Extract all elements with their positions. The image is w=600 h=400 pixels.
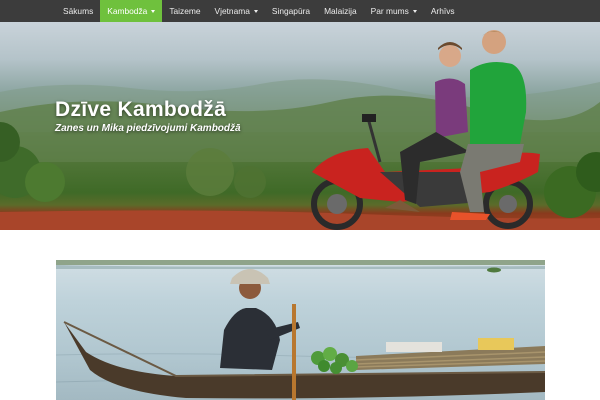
nav-item-label: Malaizija bbox=[324, 6, 357, 16]
nav-item-7[interactable]: Arhīvs bbox=[424, 0, 462, 22]
site-tagline: Zanes un Mika piedzīvojumi Kambodžā bbox=[55, 123, 241, 134]
boat-photo bbox=[56, 260, 545, 400]
nav-item-label: Vjetnama bbox=[214, 6, 250, 16]
nav-item-label: Sākums bbox=[63, 6, 94, 16]
nav-menu: Sākums Kambodža Taizeme Vjetnama Singapūra Ma… bbox=[56, 0, 462, 22]
nav-item-1[interactable]: Kambodža bbox=[100, 0, 163, 22]
main-navbar: Sākums Kambodža Taizeme Vjetnama Singapūra Ma… bbox=[0, 0, 600, 22]
nav-item-5[interactable]: Malaizija bbox=[317, 0, 364, 22]
chevron-down-icon bbox=[253, 9, 258, 13]
chevron-down-icon bbox=[151, 9, 156, 13]
nav-item-0[interactable]: Sākums bbox=[56, 0, 100, 22]
nav-item-label: Singapūra bbox=[271, 6, 311, 16]
nav-item-label: Arhīvs bbox=[430, 6, 455, 16]
nav-item-4[interactable]: Singapūra bbox=[265, 0, 317, 22]
post-featured-image[interactable] bbox=[56, 260, 545, 400]
nav-item-2[interactable]: Taizeme bbox=[162, 0, 207, 22]
nav-item-label: Par mums bbox=[370, 6, 409, 16]
nav-item-label: Taizeme bbox=[169, 6, 201, 16]
nav-item-6[interactable]: Par mums bbox=[364, 0, 424, 22]
nav-item-label: Kambodža bbox=[107, 6, 148, 16]
chevron-down-icon bbox=[412, 9, 417, 13]
site-title[interactable]: Dzīve Kambodžā bbox=[55, 98, 226, 122]
nav-item-3[interactable]: Vjetnama bbox=[208, 0, 265, 22]
hero-banner: Dzīve Kambodžā Zanes un Mika piedzīvojum… bbox=[0, 22, 600, 230]
